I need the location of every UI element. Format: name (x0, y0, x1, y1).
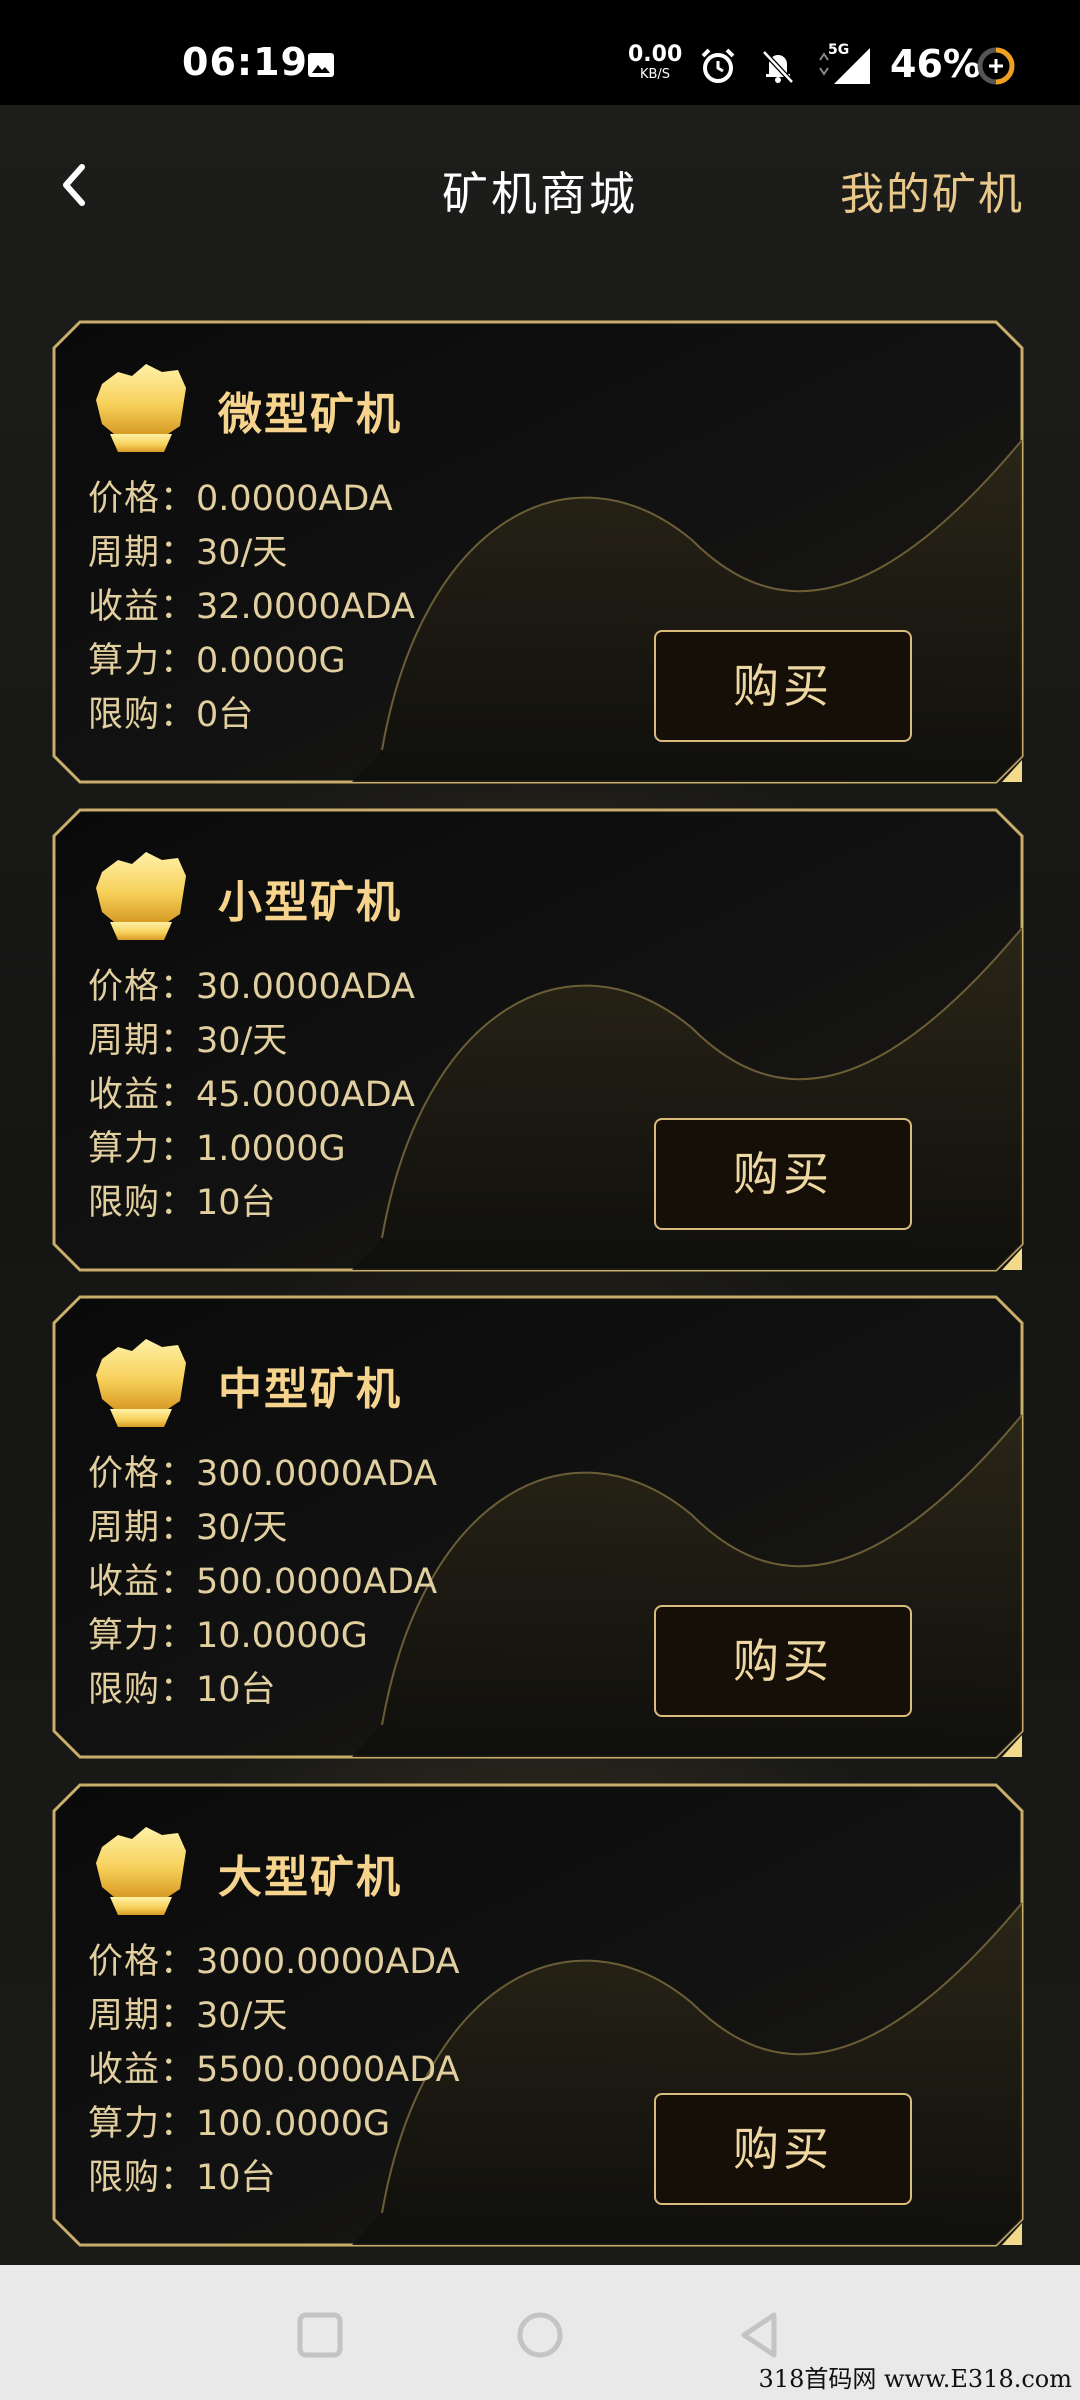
spec-value: 1.0000G (196, 1129, 346, 1169)
spec-value: 0.0000ADA (196, 479, 393, 519)
miner-emblem-icon (96, 1339, 186, 1427)
spec-label: 收益： (88, 2050, 197, 2090)
spec-label: 算力： (88, 641, 197, 681)
miner-card: 微型矿机 价格：0.0000ADA 周期：30/天 收益：32.0000ADA … (52, 320, 1024, 784)
spec-label: 限购： (88, 695, 197, 735)
network-speed-unit: KB/S (639, 67, 671, 82)
system-nav-bar: 318首码网 www.E318.com (0, 2265, 1080, 2400)
spec-hashrate: 算力：10.0000G (88, 1609, 437, 1663)
spec-price: 价格：0.0000ADA (88, 472, 415, 526)
bell-off-icon (762, 50, 794, 84)
home-icon[interactable] (510, 2305, 570, 2365)
buy-button[interactable]: 购买 (654, 1605, 912, 1717)
spec-label: 周期： (88, 1021, 197, 1061)
spec-limit: 限购：0台 (88, 688, 415, 742)
spec-label: 收益： (88, 1562, 197, 1602)
spec-value: 30/天 (196, 1021, 288, 1061)
spec-limit: 限购：10台 (88, 2151, 460, 2205)
miner-card: 大型矿机 价格：3000.0000ADA 周期：30/天 收益：5500.000… (52, 1783, 1024, 2247)
signal-indicator: 5G (818, 42, 874, 86)
spec-value: 3000.0000ADA (196, 1942, 460, 1982)
spec-value: 30.0000ADA (196, 967, 415, 1007)
miner-specs: 价格：0.0000ADA 周期：30/天 收益：32.0000ADA 算力：0.… (88, 472, 415, 742)
spec-income: 收益：45.0000ADA (88, 1068, 415, 1122)
network-speed: 0.00 KB/S (628, 42, 683, 82)
spec-income: 收益：500.0000ADA (88, 1555, 437, 1609)
spec-hashrate: 算力：1.0000G (88, 1122, 415, 1176)
spec-label: 收益： (88, 1075, 197, 1115)
recent-apps-icon[interactable] (290, 2305, 350, 2365)
spec-value: 30/天 (196, 1996, 288, 2036)
miner-name: 微型矿机 (218, 389, 402, 440)
spec-income: 收益：32.0000ADA (88, 580, 415, 634)
spec-value: 500.0000ADA (196, 1562, 438, 1602)
spec-label: 算力： (88, 1129, 197, 1169)
spec-label: 周期： (88, 1996, 197, 2036)
spec-value: 10.0000G (196, 1616, 368, 1656)
spec-value: 5500.0000ADA (196, 2050, 460, 2090)
spec-price: 价格：3000.0000ADA (88, 1935, 460, 1989)
spec-value: 0台 (196, 695, 254, 735)
miner-specs: 价格：30.0000ADA 周期：30/天 收益：45.0000ADA 算力：1… (88, 960, 415, 1230)
spec-limit: 限购：10台 (88, 1663, 437, 1717)
alarm-icon (701, 48, 735, 83)
buy-button[interactable]: 购买 (654, 2093, 912, 2205)
spec-cycle: 周期：30/天 (88, 1989, 460, 2043)
spec-label: 算力： (88, 1616, 197, 1656)
miner-card: 中型矿机 价格：300.0000ADA 周期：30/天 收益：500.0000A… (52, 1295, 1024, 1759)
spec-value: 30/天 (196, 1508, 288, 1548)
spec-value: 300.0000ADA (196, 1454, 438, 1494)
spec-income: 收益：5500.0000ADA (88, 2043, 460, 2097)
miner-specs: 价格：300.0000ADA 周期：30/天 收益：500.0000ADA 算力… (88, 1447, 437, 1717)
spec-label: 价格： (88, 967, 197, 1007)
spec-price: 价格：30.0000ADA (88, 960, 415, 1014)
buy-button[interactable]: 购买 (654, 1118, 912, 1230)
spec-value: 10台 (196, 2158, 276, 2198)
spec-hashrate: 算力：100.0000G (88, 2097, 460, 2151)
spec-value: 45.0000ADA (196, 1075, 415, 1115)
spec-limit: 限购：10台 (88, 1176, 415, 1230)
spec-label: 限购： (88, 1183, 197, 1223)
spec-label: 限购： (88, 1670, 197, 1710)
spec-value: 100.0000G (196, 2104, 391, 2144)
spec-label: 价格： (88, 1942, 197, 1982)
battery-icon (977, 47, 1015, 85)
miner-name: 大型矿机 (218, 1852, 402, 1903)
spec-value: 30/天 (196, 533, 288, 573)
spec-value: 10台 (196, 1670, 276, 1710)
status-bar: 06:19 0.00 KB/S 5G 46% (0, 0, 1080, 105)
back-triangle-icon[interactable] (730, 2305, 790, 2365)
spec-label: 价格： (88, 1454, 197, 1494)
watermark: 318首码网 www.E318.com (758, 2365, 1072, 2393)
status-time: 06:19 (182, 40, 308, 84)
spec-label: 周期： (88, 1508, 197, 1548)
spec-cycle: 周期：30/天 (88, 526, 415, 580)
spec-label: 周期： (88, 533, 197, 573)
spec-label: 收益： (88, 587, 197, 627)
spec-label: 算力： (88, 2104, 197, 2144)
my-miners-link[interactable]: 我的矿机 (840, 158, 1024, 222)
signal-icon (819, 48, 870, 84)
spec-label: 价格： (88, 479, 197, 519)
spec-price: 价格：300.0000ADA (88, 1447, 437, 1501)
miner-emblem-icon (96, 852, 186, 940)
spec-value: 0.0000G (196, 641, 346, 681)
miner-emblem-icon (96, 1827, 186, 1915)
spec-cycle: 周期：30/天 (88, 1014, 415, 1068)
miner-name: 中型矿机 (218, 1364, 402, 1415)
miner-card: 小型矿机 价格：30.0000ADA 周期：30/天 收益：45.0000ADA… (52, 808, 1024, 1272)
buy-button[interactable]: 购买 (654, 630, 912, 742)
spec-value: 32.0000ADA (196, 587, 415, 627)
image-icon (308, 53, 334, 77)
miner-name: 小型矿机 (218, 877, 402, 928)
network-speed-value: 0.00 (628, 42, 683, 67)
battery-percent: 46% (890, 42, 981, 86)
miner-specs: 价格：3000.0000ADA 周期：30/天 收益：5500.0000ADA … (88, 1935, 460, 2205)
spec-cycle: 周期：30/天 (88, 1501, 437, 1555)
miner-emblem-icon (96, 364, 186, 452)
spec-label: 限购： (88, 2158, 197, 2198)
spec-hashrate: 算力：0.0000G (88, 634, 415, 688)
spec-value: 10台 (196, 1183, 276, 1223)
